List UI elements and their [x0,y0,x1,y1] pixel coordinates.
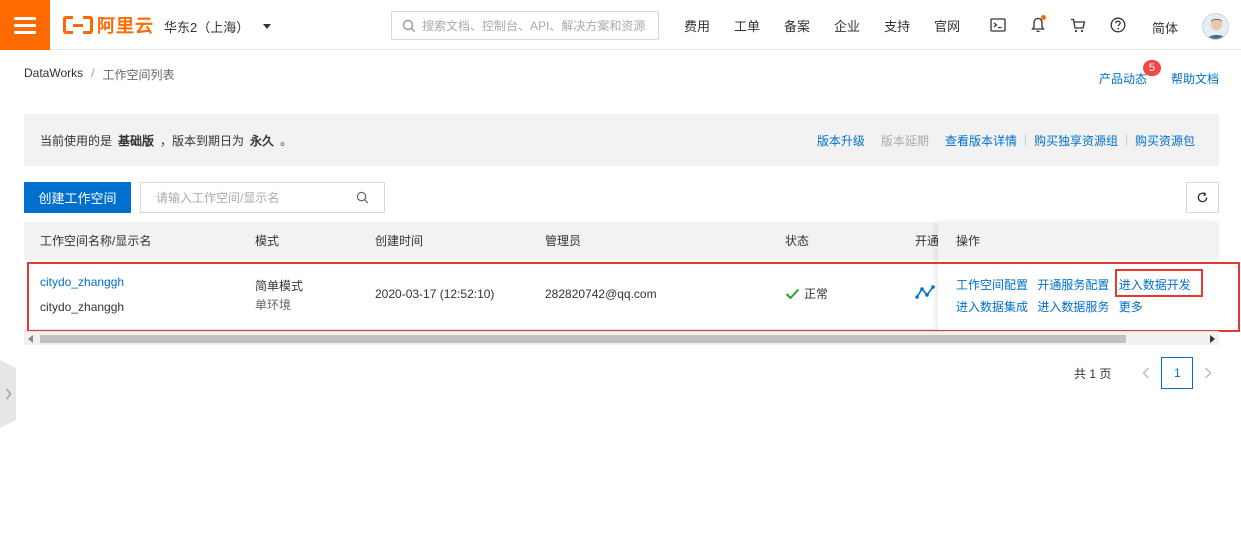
global-search-input[interactable] [422,18,652,33]
language-switch[interactable]: 简体 [1152,18,1178,37]
nav-enterprise[interactable]: 企业 [822,16,872,35]
service-graph-icon[interactable] [915,284,935,303]
banner-links: 版本升级 版本延期 查看版本详情 购买独享资源组 购买资源包 [809,114,1203,166]
breadcrumb-root[interactable]: DataWorks [24,66,83,83]
scroll-right-arrow-icon[interactable] [1210,335,1215,343]
user-avatar[interactable] [1202,13,1229,40]
nav-record[interactable]: 备案 [772,16,822,35]
more-link[interactable]: 更多 [1119,300,1143,314]
nav-ticket[interactable]: 工单 [722,16,772,35]
col-enabled: 开通 [915,234,940,248]
help-icon[interactable] [1098,0,1138,50]
page-number[interactable]: 1 [1161,357,1194,389]
breadcrumb-separator: / [91,66,95,80]
global-search[interactable] [391,11,659,40]
buy-exclusive-resource-link[interactable]: 购买独享资源组 [1026,132,1126,149]
cart-icon[interactable] [1058,0,1098,50]
notification-dot [1041,15,1046,20]
product-news-label: 产品动态 [1098,72,1147,86]
region-selector[interactable]: 华东2（上海） [164,17,272,36]
help-docs-link[interactable]: 帮助文档 [1171,70,1219,87]
prev-page-icon[interactable] [1133,357,1159,389]
data-service-link[interactable]: 进入数据服务 [1037,300,1109,314]
hamburger-menu-icon[interactable] [0,0,50,50]
check-icon [785,288,800,299]
caret-down-icon [263,24,272,29]
bell-icon[interactable] [1018,0,1058,50]
workspace-created-time: 2020-03-17 (12:52:10) [375,287,495,301]
workspace-config-link[interactable]: 工作空间配置 [956,278,1028,292]
workspace-admin: 282820742@qq.com [545,287,657,301]
aliyun-logo[interactable]: 阿里云 [63,14,154,36]
refresh-button[interactable] [1186,182,1219,213]
col-mode: 模式 [255,234,280,248]
col-admin: 管理员 [545,234,582,248]
side-expand-tab[interactable] [0,360,16,428]
workspace-status: 正常 [785,285,828,302]
nav-support[interactable]: 支持 [872,16,922,35]
product-news-link[interactable]: 产品动态 5 [1098,60,1161,87]
status-label: 正常 [804,287,829,301]
top-right-links: 产品动态 5 帮助文档 [1098,60,1219,87]
logo-text: 阿里云 [97,16,154,36]
workspace-display-name: citydo_zhanggh [40,300,125,314]
refresh-icon [1197,192,1208,203]
workspace-env: 单环境 [255,298,292,312]
col-actions: 操作 [938,222,1219,260]
pagination: 共 1 页 1 [1074,357,1221,389]
col-workspace-name: 工作空间名称/显示名 [40,234,152,248]
workspace-search[interactable] [140,182,385,213]
nav-fee[interactable]: 费用 [672,16,722,35]
aliyun-logo-icon [63,16,93,34]
buy-package-link[interactable]: 购买资源包 [1127,132,1203,149]
product-news-badge: 5 [1142,60,1161,76]
horizontal-scrollbar[interactable] [24,331,1219,345]
edition-expiry: 永久 [250,133,275,148]
nav-official-site[interactable]: 官网 [922,16,972,35]
top-navigation-bar: 阿里云 华东2（上海） 费用 工单 备案 企业 支持 官网 简体 [0,0,1241,50]
terminal-icon[interactable] [978,0,1018,50]
service-config-link[interactable]: 开通服务配置 [1037,278,1109,292]
scroll-thumb[interactable] [40,335,1126,343]
workspace-name-link[interactable]: citydo_zhanggh [40,275,124,289]
top-nav-icons [978,0,1138,50]
col-created: 创建时间 [375,234,424,248]
upgrade-link[interactable]: 版本升级 [809,132,873,149]
chevron-right-icon [5,388,11,400]
edition-banner: 当前使用的是 基础版 ，版本到期日为 永久。 版本升级 版本延期 查看版本详情 购买独… [24,114,1219,166]
top-nav-links: 费用 工单 备案 企业 支持 官网 [672,0,972,50]
search-icon[interactable] [356,191,369,204]
page-total: 共 1 页 [1074,366,1112,381]
details-link[interactable]: 查看版本详情 [937,132,1025,149]
data-development-highlight-box [1115,269,1203,297]
extend-link: 版本延期 [880,133,929,148]
data-integration-link[interactable]: 进入数据集成 [956,300,1028,314]
workspace-search-input[interactable] [156,190,356,205]
breadcrumb-current: 工作空间列表 [102,68,175,82]
workspace-mode: 简单模式 [255,279,304,293]
next-page-icon[interactable] [1195,357,1221,389]
avatar-icon [1206,19,1227,39]
region-label: 华东2（上海） [164,20,250,35]
edition-name: 基础版 [118,133,155,148]
create-workspace-button[interactable]: 创建工作空间 [24,182,131,213]
search-icon [402,19,416,32]
workspace-table: 工作空间名称/显示名 模式 创建时间 管理员 状态 开通 citydo_zhan… [24,222,1219,330]
edition-text: 当前使用的是 基础版 ，版本到期日为 永久。 [40,133,293,148]
scroll-left-arrow-icon[interactable] [28,335,33,343]
breadcrumb: DataWorks / 工作空间列表 [24,66,175,83]
col-status: 状态 [785,234,810,248]
